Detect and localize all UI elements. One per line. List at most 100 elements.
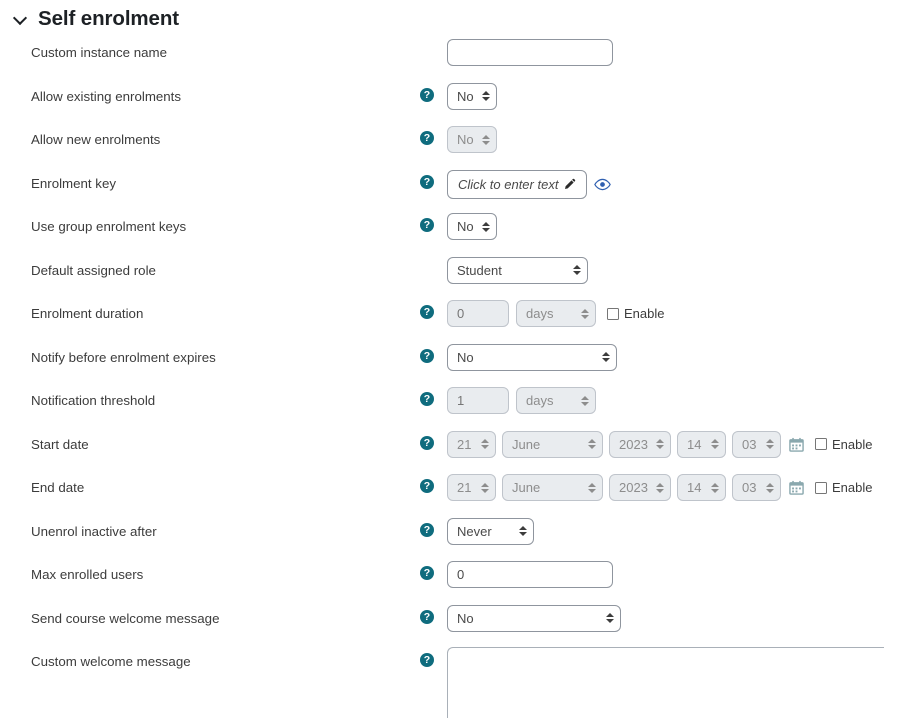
chevron-updown-icon — [581, 307, 589, 321]
label-allow-new-enrolments: Allow new enrolments — [31, 132, 161, 147]
row-end-date: End date ? 21 June 2023 14 03 Enable — [0, 473, 905, 517]
row-default-assigned-role: Default assigned role Student — [0, 256, 905, 300]
label-unenrol-inactive-after: Unenrol inactive after — [31, 523, 157, 539]
end-date-hour-value: 14 — [687, 480, 702, 495]
start-date-hour-select[interactable]: 14 — [677, 430, 726, 458]
end-date-year-select[interactable]: 2023 — [609, 474, 671, 501]
row-custom-instance-name: Custom instance name — [0, 38, 905, 82]
start-date-minute-select[interactable]: 03 — [732, 430, 781, 458]
row-notify-before-expires: Notify before enrolment expires ? No — [0, 343, 905, 387]
chevron-updown-icon — [656, 481, 664, 495]
end-date-month-value: June — [512, 480, 541, 495]
label-custom-instance-name: Custom instance name — [31, 45, 167, 60]
enrolment-key-input[interactable]: Click to enter text — [447, 169, 588, 199]
default-assigned-role-value: Student — [457, 262, 502, 278]
help-circle-icon[interactable]: ? — [420, 609, 434, 624]
row-unenrol-inactive-after: Unenrol inactive after ? Never — [0, 517, 905, 561]
allow-existing-enrolments-select[interactable]: No — [447, 82, 497, 110]
unenrol-inactive-after-select[interactable]: Never — [447, 517, 534, 545]
help-circle-icon[interactable]: ? — [420, 566, 434, 580]
start-date-hour-value: 14 — [687, 436, 702, 452]
start-date-year-value: 2023 — [619, 436, 648, 452]
chevron-updown-icon — [766, 481, 774, 495]
end-date-month-select[interactable]: June — [502, 474, 603, 501]
chevron-updown-icon — [766, 437, 774, 451]
notify-before-expires-select[interactable]: No — [447, 343, 617, 371]
custom-welcome-message-textarea[interactable] — [447, 647, 884, 718]
pencil-icon — [563, 178, 576, 191]
custom-instance-name-input[interactable] — [447, 39, 613, 66]
unenrol-inactive-after-value: Never — [457, 523, 492, 539]
chevron-updown-icon — [482, 133, 490, 147]
label-max-enrolled-users: Max enrolled users — [31, 567, 144, 582]
end-date-day-select[interactable]: 21 — [447, 474, 496, 501]
enrolment-duration-enable-group[interactable]: Enable — [607, 306, 664, 321]
help-circle-icon[interactable]: ? — [420, 392, 434, 406]
enrolment-duration-input[interactable] — [447, 300, 509, 327]
label-custom-welcome-message: Custom welcome message — [31, 654, 191, 669]
chevron-updown-icon — [602, 350, 610, 364]
end-date-minute-value: 03 — [742, 480, 757, 495]
use-group-enrolment-keys-value: No — [457, 219, 474, 234]
chevron-updown-icon — [711, 437, 719, 451]
help-circle-icon[interactable]: ? — [420, 305, 434, 319]
help-circle-icon[interactable]: ? — [420, 653, 434, 667]
start-date-year-select[interactable]: 2023 — [609, 430, 671, 458]
notify-before-expires-value: No — [457, 349, 474, 365]
calendar-icon[interactable] — [789, 437, 804, 452]
calendar-icon[interactable] — [789, 480, 804, 495]
notification-threshold-unit-select[interactable]: days — [516, 387, 596, 414]
enrolment-duration-unit-select[interactable]: days — [516, 300, 596, 327]
help-circle-icon[interactable]: ? — [420, 435, 434, 450]
help-circle-icon[interactable]: ? — [420, 479, 434, 493]
section-header[interactable]: Self enrolment — [0, 0, 905, 34]
label-use-group-enrolment-keys: Use group enrolment keys — [31, 219, 187, 234]
row-max-enrolled-users: Max enrolled users ? — [0, 560, 905, 604]
start-date-month-select[interactable]: June — [502, 430, 603, 458]
help-circle-icon[interactable]: ? — [420, 87, 434, 102]
enrolment-duration-enable-checkbox[interactable] — [607, 307, 619, 320]
chevron-updown-icon — [482, 220, 490, 234]
chevron-down-icon[interactable] — [14, 12, 28, 26]
chevron-updown-icon — [656, 437, 664, 451]
end-date-minute-select[interactable]: 03 — [732, 474, 781, 501]
row-send-course-welcome-message: Send course welcome message ? No — [0, 604, 905, 648]
label-end-date: End date — [31, 480, 85, 495]
row-use-group-enrolment-keys: Use group enrolment keys ? No — [0, 212, 905, 256]
end-date-enable-label: Enable — [832, 480, 873, 495]
chevron-updown-icon — [481, 437, 489, 451]
start-date-enable-group[interactable]: Enable — [815, 437, 872, 452]
allow-new-enrolments-select[interactable]: No — [447, 126, 497, 153]
help-circle-icon[interactable]: ? — [420, 174, 434, 189]
eye-icon[interactable] — [594, 178, 612, 191]
use-group-enrolment-keys-select[interactable]: No — [447, 213, 497, 240]
start-date-enable-checkbox[interactable] — [815, 438, 827, 450]
start-date-day-select[interactable]: 21 — [447, 430, 496, 458]
help-circle-icon[interactable]: ? — [420, 218, 434, 232]
start-date-day-value: 21 — [457, 436, 472, 452]
max-enrolled-users-input[interactable] — [447, 561, 613, 588]
row-allow-existing-enrolments: Allow existing enrolments ? No — [0, 82, 905, 126]
notification-threshold-input[interactable] — [447, 387, 509, 414]
row-start-date: Start date ? 21 June 2023 14 03 Enable — [0, 430, 905, 474]
default-assigned-role-select[interactable]: Student — [447, 256, 588, 284]
start-date-month-value: June — [512, 436, 541, 452]
end-date-hour-select[interactable]: 14 — [677, 474, 726, 501]
help-circle-icon[interactable]: ? — [420, 348, 434, 363]
row-allow-new-enrolments: Allow new enrolments ? No — [0, 125, 905, 169]
chevron-updown-icon — [588, 481, 596, 495]
help-circle-icon[interactable]: ? — [420, 522, 434, 537]
end-date-enable-group[interactable]: Enable — [815, 480, 872, 495]
help-circle-icon[interactable]: ? — [420, 131, 434, 145]
notification-threshold-unit-value: days — [526, 393, 554, 408]
chevron-updown-icon — [482, 89, 490, 103]
send-course-welcome-message-select[interactable]: No — [447, 604, 621, 632]
end-date-enable-checkbox[interactable] — [815, 481, 827, 494]
chevron-updown-icon — [588, 437, 596, 451]
row-custom-welcome-message: Custom welcome message ? — [0, 647, 905, 718]
label-notification-threshold: Notification threshold — [31, 393, 156, 408]
chevron-updown-icon — [581, 394, 589, 408]
page-title: Self enrolment — [38, 7, 179, 30]
label-allow-existing-enrolments: Allow existing enrolments — [31, 88, 182, 104]
label-enrolment-duration: Enrolment duration — [31, 306, 144, 321]
